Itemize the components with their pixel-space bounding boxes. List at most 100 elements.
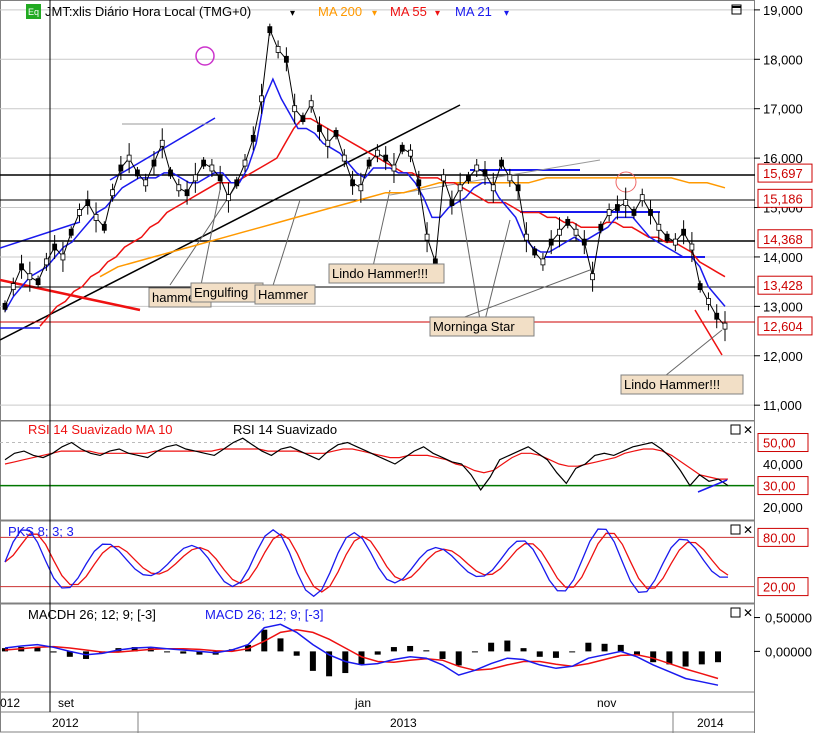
trading-chart[interactable]: 19,00018,00017,00016,00015,00014,00013,0… — [0, 0, 838, 733]
price-candle-body — [358, 184, 364, 192]
macd-histogram-bar — [309, 651, 316, 671]
rsi-tick-label: 20,000 — [763, 500, 803, 515]
price-candle-body — [623, 199, 629, 206]
time-label-jan: jan — [354, 696, 371, 710]
annotation-hammer2: Hammer — [258, 287, 309, 302]
price-candle-body — [706, 298, 711, 305]
title-dropdown-icon[interactable]: ▾ — [290, 8, 295, 19]
price-candle-body — [68, 228, 74, 236]
time-label-nov: nov — [597, 696, 616, 710]
price-candle-body — [110, 189, 115, 197]
legend-ma200[interactable]: MA 200 — [318, 4, 362, 19]
macd-histogram-bar — [423, 650, 430, 652]
price-candle-body — [573, 228, 579, 236]
macd-histogram-bar — [390, 647, 397, 652]
macdh-legend[interactable]: MACDH 26; 12; 9; [-3] — [28, 607, 156, 622]
macd-histogram-bar — [439, 651, 446, 659]
price-candle-body — [408, 149, 413, 157]
price-candle-body — [631, 209, 637, 216]
price-candle-body — [101, 223, 107, 231]
ma21-dropdown-icon[interactable]: ▾ — [504, 8, 509, 19]
price-candle-body — [664, 233, 670, 241]
price-tick-label: 13,000 — [763, 299, 803, 314]
macd-legend[interactable]: MACD 26; 12; 9; [-3] — [205, 607, 324, 622]
price-candle-body — [482, 169, 488, 177]
price-candle-body — [184, 189, 190, 197]
price-candle-body — [201, 159, 207, 167]
macd-histogram-bar — [455, 651, 462, 666]
chart-title[interactable]: JMT:xlis Diário Hora Local (TMG+0) — [45, 4, 251, 19]
macd-histogram-bar — [552, 651, 559, 658]
legend-ma55[interactable]: MA 55 — [390, 4, 427, 19]
ma55-dropdown-icon[interactable]: ▾ — [435, 8, 440, 19]
annotation-morninga-star: Morninga Star — [433, 319, 515, 334]
annotation-lindo-hammer: Lindo Hammer!!! — [332, 266, 428, 281]
price-candle-body — [581, 238, 587, 246]
macd-tick-label: 0,50000 — [765, 611, 812, 626]
price-candle-body — [466, 174, 471, 182]
price-candle-body — [176, 184, 182, 192]
price-candle-body — [341, 154, 347, 162]
price-candle-body — [375, 149, 380, 157]
price-level-label: 14,368 — [763, 232, 803, 247]
pks-tick-label: 20,00 — [763, 580, 796, 595]
price-candle-body — [77, 209, 82, 216]
price-candle-body — [217, 174, 223, 182]
price-candle-body — [648, 209, 653, 216]
annotation-lindo-hammer-2: Lindo Hammer!!! — [624, 377, 720, 392]
macd-histogram-bar — [585, 642, 592, 652]
macd-histogram-bar — [504, 640, 511, 652]
rsi-tick-label: 30,00 — [763, 479, 796, 494]
price-candle-body — [52, 243, 58, 251]
price-candle-body — [93, 214, 99, 221]
price-candle-body — [548, 238, 554, 246]
price-tick-label: 11,000 — [763, 398, 802, 413]
pks-legend[interactable]: PKS 8; 3; 3 — [8, 524, 74, 539]
price-candle-body — [317, 125, 322, 132]
price-candle-body — [722, 322, 728, 330]
price-candle-body — [275, 46, 281, 53]
price-candle-body — [85, 199, 91, 206]
macd-histogram-bar — [293, 651, 300, 656]
price-level-label: 15,186 — [763, 191, 803, 206]
rsi-close-icon[interactable]: ✕ — [743, 423, 753, 437]
price-tick-label: 17,000 — [763, 102, 803, 117]
year-label-2013: 2013 — [390, 716, 417, 730]
price-candle-body — [333, 130, 339, 137]
price-candle-body — [259, 95, 264, 103]
macd-histogram-bar — [617, 644, 624, 652]
pks-close-icon[interactable]: ✕ — [743, 523, 753, 537]
price-candle-body — [714, 312, 720, 320]
rsi-tick-label: 40,000 — [763, 457, 803, 472]
price-candle-body — [292, 105, 298, 113]
price-candle-body — [43, 258, 49, 266]
price-candle-body — [35, 278, 41, 286]
price-candle-body — [474, 164, 480, 172]
macd-histogram-bar — [277, 638, 284, 652]
price-candle-body — [416, 179, 422, 187]
macd-close-icon[interactable]: ✕ — [743, 606, 753, 620]
macd-tick-label: 0,00000 — [765, 644, 812, 659]
macd-histogram-bar — [407, 645, 414, 652]
legend-ma21[interactable]: MA 21 — [455, 4, 492, 19]
price-level-label: 13,428 — [763, 278, 803, 293]
rsi-legend[interactable]: RSI 14 Suavizado — [233, 422, 337, 437]
price-candle-body — [523, 233, 529, 241]
macd-histogram-bar — [164, 651, 171, 653]
price-candle-body — [391, 164, 397, 172]
price-candle-body — [159, 139, 165, 147]
price-candle-body — [366, 159, 372, 167]
price-candle-body — [118, 164, 124, 172]
price-candle-body — [606, 209, 612, 216]
price-candle-body — [250, 134, 256, 142]
price-candle-body — [532, 248, 538, 256]
year-label-2012: 2012 — [52, 716, 79, 730]
macd-histogram-bar — [488, 642, 495, 652]
time-label-set: set — [58, 696, 75, 710]
price-candle-body — [308, 100, 314, 108]
price-candle-body — [2, 302, 8, 310]
ma200-dropdown-icon[interactable]: ▾ — [372, 8, 377, 19]
macd-histogram-bar — [650, 651, 657, 663]
price-candle-body — [689, 243, 695, 251]
price-candle-body — [126, 154, 132, 162]
